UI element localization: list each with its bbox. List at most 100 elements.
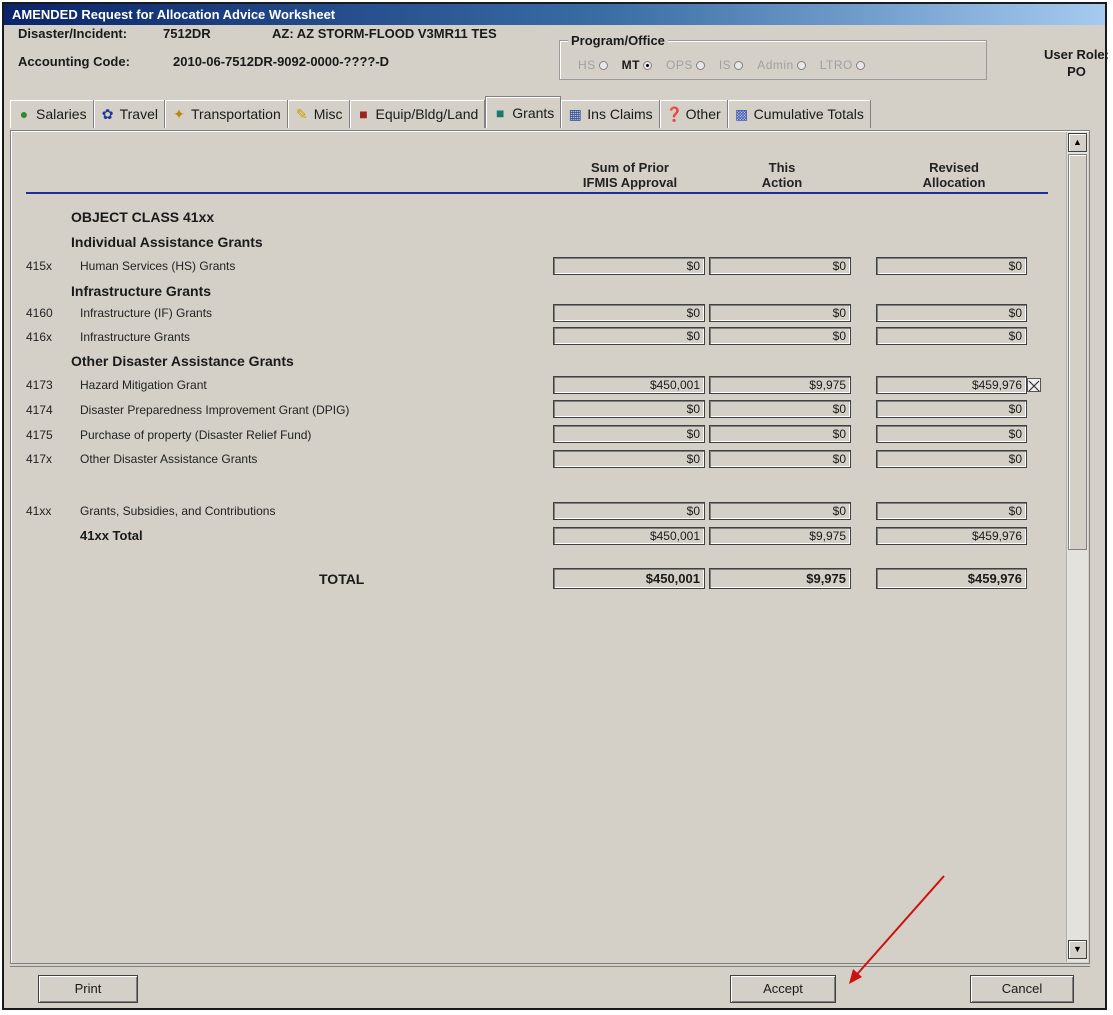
- row-label: Hazard Mitigation Grant: [80, 378, 207, 392]
- window-title: AMENDED Request for Allocation Advice Wo…: [4, 4, 1105, 25]
- accept-button[interactable]: Accept: [730, 975, 836, 1003]
- accounting-label: Accounting Code:: [18, 54, 130, 69]
- row-code: 4160: [26, 306, 53, 320]
- subtotal-prior-field: $450,001: [553, 527, 705, 545]
- user-role: User Role: PO: [1044, 46, 1109, 80]
- radio-mt[interactable]: MT: [622, 58, 652, 72]
- tab-travel[interactable]: ✿ Travel: [94, 100, 165, 128]
- object-class-heading: OBJECT CLASS 41xx: [71, 209, 215, 225]
- claims-icon: ▦: [568, 106, 582, 122]
- revised-field[interactable]: $0: [876, 304, 1027, 322]
- row-label: Other Disaster Assistance Grants: [80, 452, 258, 466]
- action-field[interactable]: $0: [709, 450, 851, 468]
- program-radio-group: HS MT OPS IS Admin LTRO: [578, 58, 865, 72]
- action-field[interactable]: $0: [709, 257, 851, 275]
- accounting-value: 2010-06-7512DR-9092-0000-????-D: [173, 54, 390, 69]
- radio-ops[interactable]: OPS: [666, 58, 705, 72]
- tab-other[interactable]: ❓ Other: [660, 100, 728, 128]
- prior-field[interactable]: $450,001: [553, 376, 705, 394]
- scroll-up-icon[interactable]: ▲: [1068, 133, 1087, 152]
- subtotal-revised-field: $459,976: [876, 527, 1027, 545]
- revised-field[interactable]: $459,976: [876, 376, 1027, 394]
- tab-ins-claims[interactable]: ▦ Ins Claims: [561, 100, 660, 128]
- grants-panel: [10, 130, 1090, 964]
- revised-field[interactable]: $0: [876, 257, 1027, 275]
- col-header-action: This Action: [761, 160, 803, 190]
- prior-field[interactable]: $0: [553, 400, 705, 418]
- money-bag-icon: ●: [19, 106, 29, 122]
- total-action-field: $9,975: [709, 568, 851, 589]
- section-infrastructure: Infrastructure Grants: [71, 283, 212, 299]
- tab-strip: ● Salaries ✿ Travel ✦ Transportation ✎ M…: [10, 96, 871, 128]
- runner-icon: ✿: [101, 106, 114, 122]
- radio-button-icon: [734, 60, 744, 70]
- prior-field[interactable]: $0: [553, 304, 705, 322]
- radio-ltro[interactable]: LTRO: [820, 58, 865, 72]
- radio-button-icon: [695, 60, 705, 70]
- tab-salaries[interactable]: ● Salaries: [10, 100, 94, 128]
- revised-field[interactable]: $0: [876, 425, 1027, 443]
- action-field[interactable]: $9,975: [709, 376, 851, 394]
- checkbox-icon[interactable]: [1027, 378, 1041, 392]
- total-prior-field: $450,001: [553, 568, 705, 589]
- misc-icon: ✎: [295, 106, 308, 122]
- user-role-label: User Role:: [1043, 47, 1109, 62]
- radio-is[interactable]: IS: [719, 58, 744, 72]
- tab-cumulative-totals[interactable]: ▩ Cumulative Totals: [728, 100, 871, 128]
- subtotal-action-field: $9,975: [709, 527, 851, 545]
- action-field[interactable]: $0: [709, 400, 851, 418]
- scroll-thumb[interactable]: [1068, 154, 1087, 550]
- prior-field[interactable]: $0: [553, 257, 705, 275]
- col-header-prior: Sum of Prior IFMIS Approval: [582, 160, 678, 190]
- cancel-button[interactable]: Cancel: [970, 975, 1074, 1003]
- program-office-label: Program/Office: [568, 33, 668, 48]
- tab-misc[interactable]: ✎ Misc: [288, 100, 350, 128]
- row-label: Human Services (HS) Grants: [80, 259, 236, 273]
- row-code: 416x: [26, 330, 53, 344]
- action-field[interactable]: $0: [709, 327, 851, 345]
- revised-field[interactable]: $0: [876, 327, 1027, 345]
- disaster-label: Disaster/Incident:: [18, 26, 128, 41]
- grants-icon: ■: [496, 104, 505, 121]
- prior-field[interactable]: $0: [553, 327, 705, 345]
- totals-icon: ▩: [735, 106, 749, 122]
- row-code: 417x: [26, 452, 53, 466]
- incident-name: AZ: AZ STORM-FLOOD V3MR11 TES: [272, 26, 497, 41]
- vertical-scrollbar[interactable]: ▲ ▼: [1066, 132, 1088, 962]
- total-revised-field: $459,976: [876, 568, 1027, 589]
- prior-field[interactable]: $0: [553, 450, 705, 468]
- tab-transportation[interactable]: ✦ Transportation: [165, 100, 288, 128]
- disaster-value: 7512DR: [163, 26, 211, 41]
- revised-field[interactable]: $0: [876, 400, 1027, 418]
- annotation-arrow-icon: [849, 875, 945, 984]
- revised-field[interactable]: $0: [876, 450, 1027, 468]
- row-code: 415x: [26, 259, 53, 273]
- radio-button-icon: [598, 60, 608, 70]
- row-label: Grants, Subsidies, and Contributions: [80, 504, 276, 518]
- action-field[interactable]: $0: [709, 502, 851, 520]
- action-field[interactable]: $0: [709, 304, 851, 322]
- print-button[interactable]: Print: [38, 975, 138, 1003]
- prior-field[interactable]: $0: [553, 502, 705, 520]
- action-field[interactable]: $0: [709, 425, 851, 443]
- header-divider: [26, 192, 1048, 194]
- revised-field[interactable]: $0: [876, 502, 1027, 520]
- subtotal-label: 41xx Total: [80, 528, 143, 543]
- tab-equip-bldg-land[interactable]: ■ Equip/Bldg/Land: [350, 100, 486, 128]
- radio-button-icon: [796, 60, 806, 70]
- scroll-down-icon[interactable]: ▼: [1068, 940, 1087, 959]
- row-label: Infrastructure (IF) Grants: [80, 306, 213, 320]
- user-role-value: PO: [1067, 64, 1086, 79]
- radio-button-selected-icon: [643, 60, 652, 70]
- radio-admin[interactable]: Admin: [757, 58, 806, 72]
- radio-button-icon: [855, 60, 865, 70]
- question-icon: ❓: [665, 106, 684, 122]
- radio-hs[interactable]: HS: [578, 58, 608, 72]
- building-icon: ■: [359, 106, 368, 122]
- tab-grants[interactable]: ■ Grants: [485, 96, 562, 128]
- row-code: 4173: [26, 378, 53, 392]
- prior-field[interactable]: $0: [553, 425, 705, 443]
- row-code: 4174: [26, 403, 53, 417]
- total-label: TOTAL: [319, 571, 365, 587]
- section-other-assistance: Other Disaster Assistance Grants: [71, 353, 294, 369]
